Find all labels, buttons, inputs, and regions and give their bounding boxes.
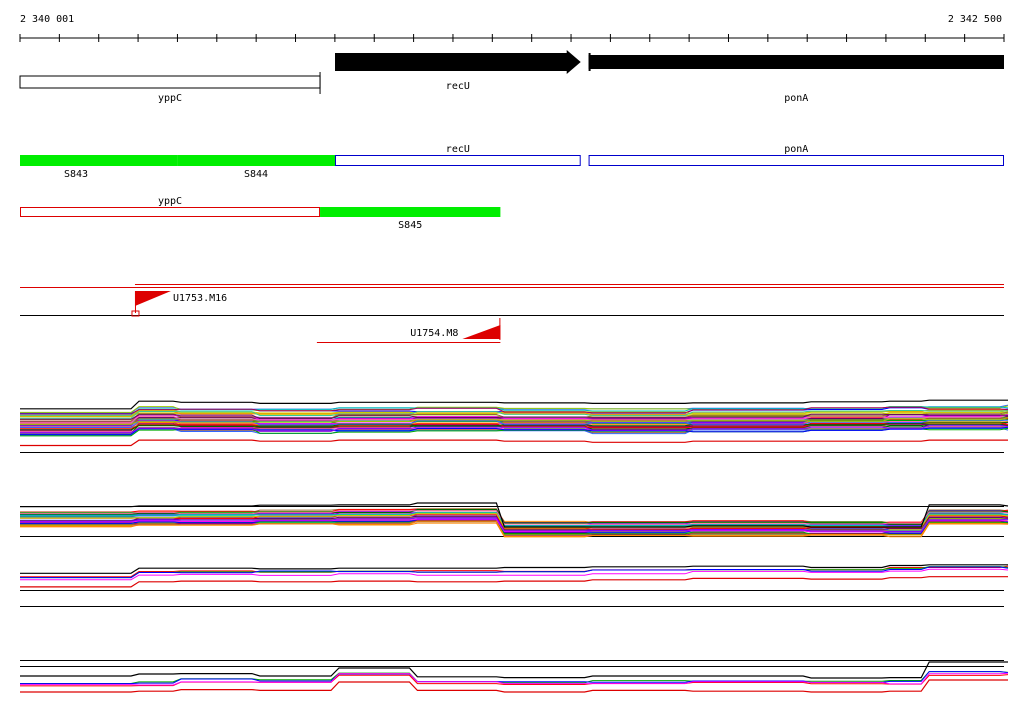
segment-S843 xyxy=(20,155,178,166)
expression-highlight-series xyxy=(20,661,1008,679)
segment-label: yppC xyxy=(158,196,182,207)
expression-track-2 xyxy=(20,502,1009,538)
gene-yppC xyxy=(19,75,321,89)
segment-S844 xyxy=(177,155,336,166)
segment-label: recU xyxy=(446,144,470,155)
gene-recU xyxy=(335,50,581,74)
gene-label: yppC xyxy=(158,93,182,104)
transcript-flag xyxy=(462,325,501,339)
expression-tracks xyxy=(20,399,1009,693)
expression-track-4 xyxy=(20,660,1009,693)
transcript-label: U1753.M16 xyxy=(173,293,227,304)
genome-browser-canvas: 2 340 001 2 342 500 yppCrecUponA S843 S84… xyxy=(19,14,1009,693)
segment-S845 xyxy=(320,207,501,217)
transcript-track: U1753.M16 U1754.M8 xyxy=(20,284,1004,343)
expression-track-3 xyxy=(20,564,1009,607)
segment-label: S843 xyxy=(64,169,88,180)
segment-track-top: S843 S844 recU ponA xyxy=(20,144,1004,180)
segment-label: ponA xyxy=(784,144,808,155)
ruler-end-label: 2 342 500 xyxy=(948,14,1002,25)
segment-label: S844 xyxy=(244,169,268,180)
segment-recU xyxy=(335,155,581,166)
segment-ponA xyxy=(588,155,1004,166)
gene-label: recU xyxy=(446,81,470,92)
gene-ponA xyxy=(588,55,1004,69)
segment-yppC xyxy=(20,207,321,217)
gene-label: ponA xyxy=(784,93,808,104)
expression-highlight-series xyxy=(20,439,1008,447)
coordinate-ruler: 2 340 001 2 342 500 xyxy=(19,14,1005,42)
expression-track-1 xyxy=(20,399,1009,453)
gene-track: yppC recU ponA xyxy=(19,50,1004,104)
expression-highlight-series xyxy=(20,576,1008,588)
gene-start-mark xyxy=(588,53,591,71)
segment-label: S845 xyxy=(398,220,422,231)
segment-track-bottom: yppC S845 xyxy=(20,196,501,231)
expression-series xyxy=(20,674,1009,687)
ruler-start-label: 2 340 001 xyxy=(20,14,74,25)
transcript-label: U1754.M8 xyxy=(410,328,458,339)
transcript-flag xyxy=(134,291,171,306)
